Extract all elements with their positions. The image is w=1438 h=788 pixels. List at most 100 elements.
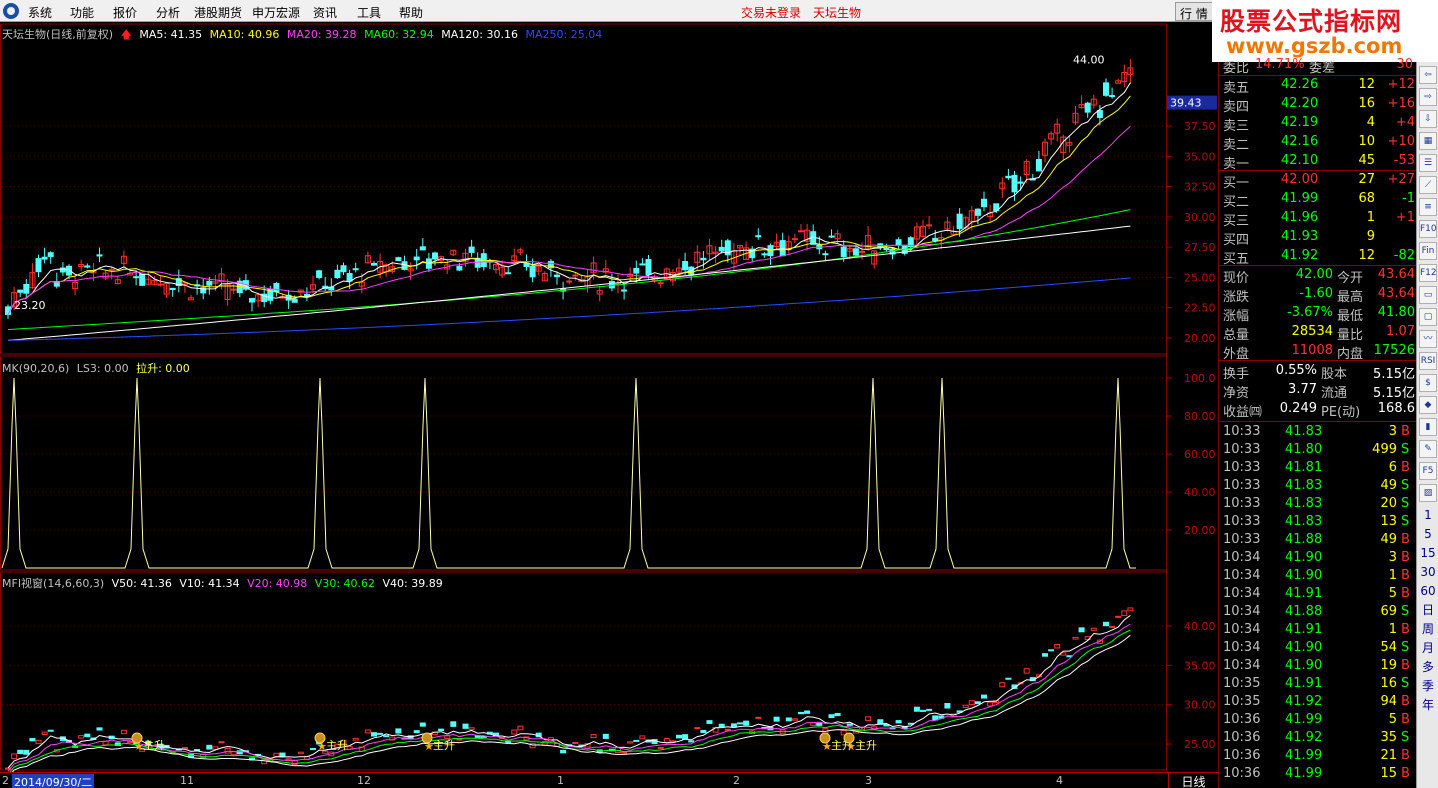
tick-row[interactable]: 10:34 41.90 19 B bbox=[1219, 657, 1417, 676]
menu-analysis[interactable]: 分析 bbox=[156, 4, 180, 21]
grid-icon[interactable]: ▦ bbox=[1419, 132, 1437, 150]
quote-panel: 委比 14.71% 委差 30 卖五 42.26 12 +12 卖四 42.20 16 +16 卖三 42… bbox=[1218, 57, 1417, 788]
tick-row[interactable]: 10:33 41.83 13 S bbox=[1219, 513, 1417, 532]
list-icon[interactable]: ☰ bbox=[1419, 154, 1437, 172]
period-1-button[interactable]: 5 bbox=[1419, 525, 1437, 543]
buy-row[interactable]: 买四 41.93 9 bbox=[1219, 228, 1417, 248]
menu-tools[interactable]: 工具 bbox=[357, 4, 381, 21]
tick-side: B bbox=[1401, 622, 1410, 637]
period-label[interactable]: 日线 bbox=[1168, 772, 1218, 788]
line-chart-icon[interactable]: ⟋ bbox=[1419, 176, 1437, 194]
stat-row[interactable]: 现价 42.00 今开 43.64 bbox=[1219, 266, 1417, 286]
candle-body bbox=[828, 235, 835, 238]
arrow-down-icon[interactable]: ⇩ bbox=[1419, 110, 1437, 128]
menu-news[interactable]: 资讯 bbox=[313, 4, 337, 21]
tick-row[interactable]: 10:33 41.80 499 S bbox=[1219, 441, 1417, 460]
sell-row[interactable]: 卖一 42.10 45 -53 bbox=[1219, 152, 1417, 172]
dollar-icon[interactable]: $ bbox=[1419, 374, 1437, 392]
pencil-icon[interactable]: ✎ bbox=[1419, 440, 1437, 458]
period-4-button[interactable]: 60 bbox=[1419, 582, 1437, 600]
tick-price: 41.83 bbox=[1285, 514, 1323, 529]
period-8-button[interactable]: 多 bbox=[1419, 658, 1437, 676]
tick-row[interactable]: 10:35 41.91 16 S bbox=[1219, 675, 1417, 694]
period-0-button[interactable]: 1 bbox=[1419, 506, 1437, 524]
mfi-candle bbox=[383, 735, 390, 738]
menu-hk-futures[interactable]: 港股期货 bbox=[194, 4, 242, 21]
sell-row[interactable]: 卖三 42.19 4 +4 bbox=[1219, 114, 1417, 134]
period-7-button[interactable]: 月 bbox=[1419, 639, 1437, 657]
tick-row[interactable]: 10:34 41.90 3 B bbox=[1219, 549, 1417, 568]
tick-row[interactable]: 10:33 41.83 49 S bbox=[1219, 477, 1417, 496]
rsi-icon[interactable]: RSI bbox=[1419, 352, 1437, 370]
sell-row[interactable]: 卖二 42.16 10 +10 bbox=[1219, 133, 1417, 153]
diamond-icon[interactable]: ◆ bbox=[1419, 396, 1437, 414]
quote-tab[interactable]: 行 情 bbox=[1175, 2, 1213, 21]
sell-change: +16 bbox=[1387, 96, 1415, 111]
sell-row[interactable]: 卖四 42.20 16 +16 bbox=[1219, 95, 1417, 115]
tick-row[interactable]: 10:34 41.88 69 S bbox=[1219, 603, 1417, 622]
candle-icon[interactable]: ▮ bbox=[1419, 418, 1437, 436]
tick-row[interactable]: 10:36 41.99 15 B bbox=[1219, 765, 1417, 784]
menu-system[interactable]: 系统 bbox=[28, 4, 52, 21]
window-icon[interactable]: ▭ bbox=[1419, 286, 1437, 304]
buy-row[interactable]: 买一 42.00 27 +27 bbox=[1219, 171, 1417, 191]
period-2-button[interactable]: 15 bbox=[1419, 544, 1437, 562]
tick-row[interactable]: 10:33 41.81 6 B bbox=[1219, 459, 1417, 478]
f5-icon[interactable]: F5 bbox=[1419, 462, 1437, 480]
tick-row[interactable]: 10:36 41.99 5 B bbox=[1219, 711, 1417, 730]
chart-area[interactable]: 37.50 35.00 32.50 30.00 27.50 25.00 22.50 20.00… bbox=[0, 22, 1218, 788]
menu-help[interactable]: 帮助 bbox=[399, 4, 423, 21]
tick-row[interactable]: 10:36 41.92 35 S bbox=[1219, 729, 1417, 748]
buy-row[interactable]: 买五 41.92 12 -82 bbox=[1219, 247, 1417, 267]
tick-row[interactable]: 10:34 41.91 5 B bbox=[1219, 585, 1417, 604]
weibi-row[interactable]: 委比 14.71% 委差 30 bbox=[1219, 56, 1417, 76]
mfi-candle bbox=[468, 727, 475, 730]
stat-row[interactable]: 外盘 11008 内盘 17526 bbox=[1219, 342, 1417, 362]
fund-row[interactable]: 净资 3.77 流通 5.15亿 bbox=[1219, 381, 1417, 401]
fund-row[interactable]: 收益㈣ 0.249 PE(动) 168.6 bbox=[1219, 400, 1417, 420]
f10-icon[interactable]: F10 bbox=[1419, 220, 1437, 238]
sell-change: +4 bbox=[1395, 115, 1415, 130]
f12-icon[interactable]: F12 bbox=[1419, 264, 1437, 282]
menu-icon[interactable]: ≡ bbox=[1419, 198, 1437, 216]
sell-volume: 4 bbox=[1366, 115, 1375, 130]
wave-icon[interactable]: 〰 bbox=[1419, 330, 1437, 348]
tick-row[interactable]: 10:36 41.99 21 B bbox=[1219, 747, 1417, 766]
square-icon[interactable]: ▢ bbox=[1419, 308, 1437, 326]
period-3-button[interactable]: 30 bbox=[1419, 563, 1437, 581]
period-10-button[interactable]: 年 bbox=[1419, 696, 1437, 714]
arrow-right-icon[interactable]: ⇨ bbox=[1419, 88, 1437, 106]
stat-row[interactable]: 涨跌 -1.60 最高 43.64 bbox=[1219, 285, 1417, 305]
mfi-candle bbox=[865, 716, 872, 721]
tick-row[interactable]: 10:33 41.83 20 S bbox=[1219, 495, 1417, 514]
menu-quote[interactable]: 报价 bbox=[113, 4, 137, 21]
tick-row[interactable]: 10:34 41.90 1 B bbox=[1219, 567, 1417, 586]
tick-row[interactable]: 10:33 41.88 49 B bbox=[1219, 531, 1417, 550]
image-icon[interactable]: ▨ bbox=[1419, 484, 1437, 502]
buy-change: -82 bbox=[1393, 248, 1415, 263]
sell-row[interactable]: 卖五 42.26 12 +12 bbox=[1219, 76, 1417, 96]
period-5-button[interactable]: 日 bbox=[1419, 601, 1437, 619]
period-9-button[interactable]: 季 bbox=[1419, 677, 1437, 695]
buy-row[interactable]: 买三 41.96 1 +1 bbox=[1219, 209, 1417, 229]
candle-body bbox=[432, 252, 438, 260]
candle-body bbox=[1103, 82, 1109, 96]
tick-row[interactable]: 10:35 41.92 94 B bbox=[1219, 693, 1417, 712]
fin-icon[interactable]: Fin bbox=[1419, 242, 1437, 260]
fund-label-2: PE(动) bbox=[1321, 405, 1361, 420]
tick-row[interactable]: 10:34 41.91 1 B bbox=[1219, 621, 1417, 640]
menu-function[interactable]: 功能 bbox=[70, 4, 94, 21]
stat-row[interactable]: 涨幅 -3.67% 最低 41.80 bbox=[1219, 304, 1417, 324]
stat-row[interactable]: 总量 28534 量比 1.07 bbox=[1219, 323, 1417, 343]
tick-row[interactable]: 10:33 41.83 3 B bbox=[1219, 423, 1417, 442]
login-status[interactable]: 交易未登录 bbox=[741, 4, 801, 21]
chart-canvas[interactable]: 37.50 35.00 32.50 30.00 27.50 25.00 22.50 20.00… bbox=[0, 22, 1218, 772]
arrow-left-icon[interactable]: ⇦ bbox=[1419, 66, 1437, 84]
period-6-button[interactable]: 周 bbox=[1419, 620, 1437, 638]
tick-volume: 5 bbox=[1388, 712, 1397, 727]
tick-row[interactable]: 10:34 41.90 54 S bbox=[1219, 639, 1417, 658]
buy-row[interactable]: 买二 41.99 68 -1 bbox=[1219, 190, 1417, 210]
menu-shenwan[interactable]: 申万宏源 bbox=[252, 4, 300, 21]
fund-row[interactable]: 换手 0.55% 股本 5.15亿 bbox=[1219, 362, 1417, 382]
candle-body bbox=[47, 252, 54, 257]
